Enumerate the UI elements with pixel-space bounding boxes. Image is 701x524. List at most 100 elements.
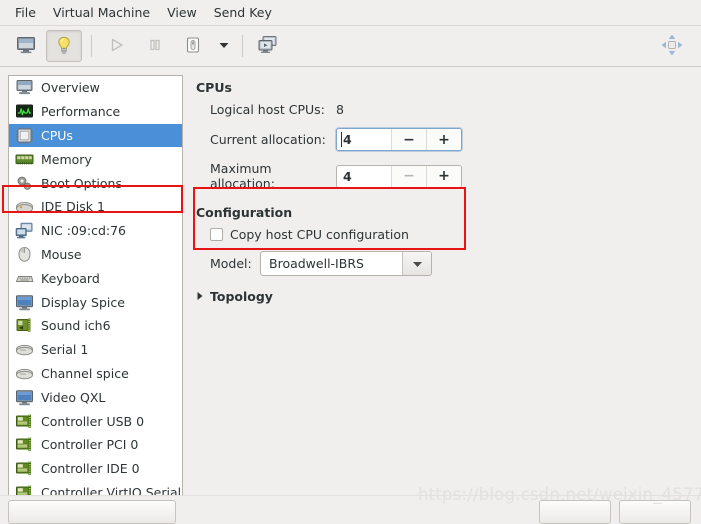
- model-row: Model: Broadwell-IBRS: [196, 251, 701, 276]
- copy-host-cpu-row[interactable]: Copy host CPU configuration: [196, 227, 701, 242]
- sidebar-item-label: NIC :09:cd:76: [41, 223, 126, 239]
- sidebar-item-memory[interactable]: Memory: [9, 147, 182, 171]
- current-allocation-minus-button[interactable]: −: [391, 129, 426, 150]
- virt-manager-window: File Virtual Machine View Send Key Overv…: [0, 0, 701, 524]
- console-monitor-icon: [16, 36, 36, 57]
- hardware-sidebar-wrap: Overview Performance CPUs Memory Boot Option…: [8, 75, 183, 518]
- sidebar-item-overview[interactable]: Overview: [9, 76, 182, 100]
- sidebar-item-label: Mouse: [41, 246, 82, 262]
- show-details-button[interactable]: [46, 30, 82, 62]
- shutdown-button[interactable]: [175, 30, 211, 62]
- model-combobox-arrow[interactable]: [402, 252, 431, 275]
- sidebar-item-label: CPUs: [41, 127, 73, 143]
- maximum-allocation-input[interactable]: 4: [337, 165, 391, 187]
- hardware-list[interactable]: Overview Performance CPUs Memory Boot Option…: [8, 75, 183, 499]
- gears-icon: [15, 175, 34, 192]
- details-content: Overview Performance CPUs Memory Boot Option…: [0, 67, 701, 518]
- lightbulb-icon: [54, 35, 74, 58]
- sidebar-item-label: Memory: [41, 151, 92, 167]
- model-combobox[interactable]: Broadwell-IBRS: [260, 251, 432, 276]
- toolbar: [0, 26, 701, 67]
- toolbar-separator-1: [91, 35, 92, 57]
- current-allocation-spinner[interactable]: 4 − +: [336, 128, 462, 151]
- current-allocation-input[interactable]: 4: [337, 129, 391, 150]
- sidebar-item-display-spice[interactable]: Display Spice: [9, 290, 182, 314]
- performance-icon: [15, 103, 34, 120]
- snapshots-button[interactable]: [250, 30, 286, 62]
- logical-host-cpus-label: Logical host CPUs:: [210, 102, 325, 117]
- fullscreen-button[interactable]: [657, 31, 687, 61]
- sidebar-item-controller-usb-0[interactable]: Controller USB 0: [9, 409, 182, 433]
- keyboard-icon: [15, 270, 34, 287]
- maximum-allocation-minus-button: −: [391, 165, 426, 187]
- mouse-icon: [15, 246, 34, 263]
- copy-host-cpu-label: Copy host CPU configuration: [230, 227, 409, 242]
- menu-file[interactable]: File: [7, 2, 45, 23]
- pause-button[interactable]: [137, 30, 173, 62]
- maximum-allocation-label: Maximum allocation:: [210, 161, 275, 191]
- sidebar-item-nic-09-cd-76[interactable]: NIC :09:cd:76: [9, 219, 182, 243]
- sidebar-item-mouse[interactable]: Mouse: [9, 243, 182, 267]
- triangle-right-icon: [196, 289, 204, 304]
- menubar: File Virtual Machine View Send Key: [0, 0, 701, 26]
- play-icon: [108, 36, 126, 57]
- sidebar-item-label: Display Spice: [41, 294, 125, 310]
- sidebar-item-label: Serial 1: [41, 342, 89, 358]
- serial-port-icon: [15, 341, 34, 358]
- topology-expander[interactable]: Topology: [196, 289, 701, 304]
- harddisk-icon: [15, 198, 34, 215]
- maximum-allocation-plus-button[interactable]: +: [426, 165, 461, 187]
- sidebar-item-video-qxl[interactable]: Video QXL: [9, 385, 182, 409]
- sidebar-item-keyboard[interactable]: Keyboard: [9, 266, 182, 290]
- menu-send-key[interactable]: Send Key: [206, 2, 281, 23]
- topology-label: Topology: [210, 289, 273, 304]
- sidebar-item-label: Boot Options: [41, 175, 122, 191]
- sidebar-item-ide-disk-1[interactable]: IDE Disk 1: [9, 195, 182, 219]
- fullscreen-resize-icon: [660, 33, 684, 60]
- logical-host-cpus-row: Logical host CPUs: 8: [196, 102, 701, 117]
- logical-host-cpus-value: 8: [336, 102, 344, 117]
- sidebar-item-label: Overview: [41, 80, 100, 96]
- sidebar-item-serial-1[interactable]: Serial 1: [9, 338, 182, 362]
- run-button[interactable]: [99, 30, 135, 62]
- chevron-down-icon: [218, 39, 230, 53]
- watermark-text: https://blog.csdn.net/weixin_45775963: [418, 485, 701, 504]
- sidebar-item-label: Channel spice: [41, 365, 129, 381]
- sidebar-item-boot-options[interactable]: Boot Options: [9, 171, 182, 195]
- power-icon: [184, 36, 202, 57]
- serial-port-icon: [15, 365, 34, 382]
- menu-view[interactable]: View: [159, 2, 206, 23]
- configuration-heading: Configuration: [196, 205, 293, 220]
- cpus-heading: CPUs: [196, 80, 232, 95]
- snapshots-icon: [257, 35, 279, 57]
- sidebar-item-label: IDE Disk 1: [41, 199, 105, 215]
- display-icon: [15, 389, 34, 406]
- current-allocation-label: Current allocation:: [210, 132, 326, 147]
- sidebar-item-label: Controller PCI 0: [41, 437, 139, 453]
- sidebar-item-controller-ide-0[interactable]: Controller IDE 0: [9, 457, 182, 481]
- copy-host-cpu-checkbox[interactable]: [210, 228, 223, 241]
- menu-virtual-machine[interactable]: Virtual Machine: [45, 2, 159, 23]
- add-hardware-button[interactable]: [8, 500, 176, 524]
- sidebar-item-sound-ich6[interactable]: Sound ich6: [9, 314, 182, 338]
- network-icon: [15, 222, 34, 239]
- controller-icon: [15, 460, 34, 477]
- sidebar-item-label: Video QXL: [41, 389, 106, 405]
- maximum-allocation-spinner[interactable]: 4 − +: [336, 164, 462, 188]
- show-console-button[interactable]: [8, 30, 44, 62]
- current-allocation-row: Current allocation: 4 − +: [196, 128, 701, 151]
- current-allocation-plus-button[interactable]: +: [426, 129, 461, 150]
- sound-card-icon: [15, 317, 34, 334]
- memory-icon: [15, 151, 34, 168]
- shutdown-menu-button[interactable]: [213, 31, 235, 61]
- computer-icon: [15, 79, 34, 96]
- sidebar-item-performance[interactable]: Performance: [9, 100, 182, 124]
- model-value: Broadwell-IBRS: [269, 256, 364, 271]
- maximum-allocation-row: Maximum allocation: 4 − +: [196, 161, 701, 191]
- model-label: Model:: [210, 256, 252, 271]
- sidebar-item-controller-pci-0[interactable]: Controller PCI 0: [9, 433, 182, 457]
- sidebar-item-channel-spice[interactable]: Channel spice: [9, 362, 182, 386]
- sidebar-item-label: Keyboard: [41, 270, 100, 286]
- cpu-chip-icon: [15, 127, 34, 144]
- sidebar-item-cpus[interactable]: CPUs: [9, 123, 182, 148]
